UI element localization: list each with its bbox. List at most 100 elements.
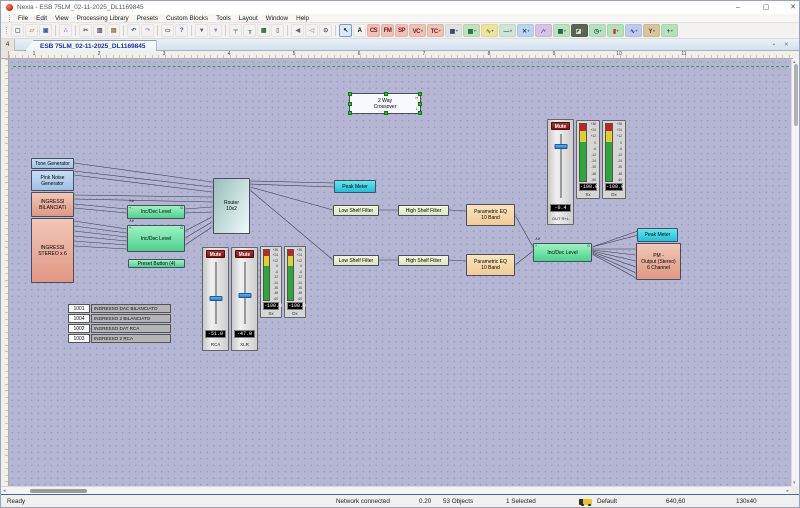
save-icon[interactable]: ▣: [39, 24, 52, 37]
router-blocks-icon[interactable]: ▦: [553, 24, 570, 37]
device-fm-icon[interactable]: FM: [381, 24, 394, 37]
speaker-mute-icon[interactable]: ◁: [305, 24, 318, 37]
block-pink-noise-generator[interactable]: Pink Noise Generator: [31, 170, 74, 191]
device-tc-icon[interactable]: TC: [427, 24, 444, 37]
filter-blocks-icon[interactable]: —: [499, 24, 516, 37]
selection-handle[interactable]: [348, 92, 352, 96]
help-icon[interactable]: ?: [175, 24, 188, 37]
block-inc-dec-level-2[interactable]: + - G Inc/Dec Level: [127, 225, 185, 252]
menu-tools[interactable]: Tools: [212, 15, 235, 22]
fader-xlr[interactable]: Mute -47.0 XLR: [231, 247, 258, 351]
crossover-blocks-icon[interactable]: ✕: [517, 24, 534, 37]
selection-handle[interactable]: [418, 102, 422, 106]
block-pm-output[interactable]: PM - Output (Stereo) 6 Channel: [636, 243, 681, 280]
selection-handle[interactable]: [418, 111, 422, 115]
block-low-shelf-filter-2[interactable]: Low Shelf Filter: [333, 255, 379, 266]
menu-edit[interactable]: Edit: [32, 15, 51, 22]
vertical-scroll-thumb[interactable]: [794, 64, 798, 126]
notes-icon[interactable]: ▯: [271, 24, 284, 37]
io-blocks-icon[interactable]: ▦: [445, 24, 462, 37]
meter-blocks-icon[interactable]: ▮: [607, 24, 624, 37]
funnel-show-icon[interactable]: ▼: [195, 24, 208, 37]
dynamics-blocks-icon[interactable]: ∕: [535, 24, 552, 37]
mdi-close-icon[interactable]: ✕: [784, 42, 789, 49]
vertical-scrollbar[interactable]: ▴ ▾: [791, 59, 799, 488]
selection-handle[interactable]: [384, 92, 388, 96]
block-inc-dec-level-1[interactable]: + - G Inc/Dec Level: [127, 205, 185, 219]
fader-track[interactable]: [215, 262, 217, 324]
mixer-blocks-icon[interactable]: ▩: [463, 24, 480, 37]
cut-icon[interactable]: ✂: [79, 24, 92, 37]
fader-value: -47.0: [234, 330, 255, 338]
logic-blocks-icon[interactable]: Y: [643, 24, 660, 37]
open-folder-icon[interactable]: ▱: [25, 24, 38, 37]
menu-window[interactable]: Window: [262, 15, 292, 22]
maximize-button[interactable]: ▢: [753, 1, 779, 14]
block-preset-button[interactable]: Preset Button (4): [128, 259, 185, 268]
search-icon[interactable]: ⊙: [319, 24, 332, 37]
layout-tab[interactable]: ESB 75LM_02-11-2025_DL1169845: [25, 40, 157, 52]
mute-button-rca[interactable]: Mute: [206, 250, 225, 258]
equipment-table-icon[interactable]: ╤: [229, 24, 242, 37]
menu-file[interactable]: File: [14, 15, 32, 22]
device-cs-icon[interactable]: CS: [367, 24, 380, 37]
object-tree-icon[interactable]: ▦: [257, 24, 270, 37]
menu-custom-blocks[interactable]: Custom Blocks: [162, 15, 212, 22]
fader-handle[interactable]: [209, 296, 222, 301]
mute-button-xlr[interactable]: Mute: [235, 250, 254, 258]
close-button[interactable]: ✕: [780, 1, 800, 14]
horizontal-scroll-thumb[interactable]: [30, 489, 87, 493]
minimize-button[interactable]: –: [725, 1, 751, 14]
mute-button-out[interactable]: Mute: [551, 122, 570, 130]
block-peak-meter-left[interactable]: Peak Meter: [334, 180, 376, 193]
block-parametric-eq-1[interactable]: Parametric EQ 10 Band: [466, 204, 515, 226]
block-low-shelf-filter-1[interactable]: Low Shelf Filter: [333, 205, 379, 216]
menu-presets[interactable]: Presets: [133, 15, 162, 22]
block-inc-dec-level-out[interactable]: + - G Inc/Dec Level: [533, 243, 592, 262]
select-tool-icon[interactable]: ↖: [339, 24, 352, 37]
generator-blocks-icon[interactable]: ∿: [625, 24, 642, 37]
block-tone-generator[interactable]: Tone Generator: [31, 158, 74, 169]
text-tool-icon[interactable]: A: [353, 24, 366, 37]
print-icon[interactable]: ▭: [161, 24, 174, 37]
block-2way-crossover[interactable]: H L 2 Way Crossover: [349, 93, 421, 114]
block-parametric-eq-2[interactable]: Parametric EQ 10 Band: [466, 254, 515, 276]
mdi-restore-icon[interactable]: ▪: [773, 42, 775, 49]
move-tool-icon[interactable]: +: [661, 24, 678, 37]
funnel-hide-icon[interactable]: ▼: [209, 24, 222, 37]
redo-icon[interactable]: ↷: [141, 24, 154, 37]
menu-view[interactable]: View: [51, 15, 73, 22]
menu-layout[interactable]: Layout: [235, 15, 262, 22]
copy-icon[interactable]: ▥: [93, 24, 106, 37]
new-file-icon[interactable]: ▢: [11, 24, 24, 37]
block-peak-meter-right[interactable]: Peak Meter: [637, 228, 678, 242]
paste-icon[interactable]: ▤: [107, 24, 120, 37]
fader-out[interactable]: Mute -0.4 OUT R+L: [547, 119, 574, 225]
block-ingressi-bilanciati[interactable]: INGRESSI BILANCIATI: [31, 192, 74, 217]
fader-handle[interactable]: [238, 293, 251, 298]
fader-rca[interactable]: Mute -51.0 RCA: [202, 247, 229, 351]
selection-handle[interactable]: [418, 92, 422, 96]
layout-canvas[interactable]: Tone Generator Pink Noise Generator INGR…: [9, 59, 793, 488]
block-high-shelf-filter-2[interactable]: High Shelf Filter: [398, 255, 449, 266]
horizontal-scrollbar[interactable]: ◂ ▸: [1, 486, 791, 494]
menu-processing-library[interactable]: Processing Library: [73, 15, 133, 22]
menu-help[interactable]: Help: [292, 15, 313, 22]
device-vc-icon[interactable]: VC: [409, 24, 426, 37]
selection-handle[interactable]: [348, 111, 352, 115]
block-ingressi-stereo[interactable]: INGRESSI STEREO x 6: [31, 218, 74, 283]
selection-handle[interactable]: [384, 111, 388, 115]
block-high-shelf-filter-1[interactable]: High Shelf Filter: [398, 205, 449, 216]
eq-blocks-icon[interactable]: ∿: [481, 24, 498, 37]
block-router[interactable]: Router 10x2: [213, 178, 250, 234]
undo-icon[interactable]: ↶: [127, 24, 140, 37]
fader-handle[interactable]: [554, 144, 567, 149]
control-blocks-icon[interactable]: ◷: [589, 24, 606, 37]
send-to-device-icon[interactable]: ∴: [59, 24, 72, 37]
selection-handle[interactable]: [348, 102, 352, 106]
delay-blocks-icon[interactable]: ◪: [571, 24, 588, 37]
speaker-icon[interactable]: ◀: [291, 24, 304, 37]
device-sp-icon[interactable]: SP: [395, 24, 408, 37]
transport-status-icon: [579, 499, 592, 505]
signal-flow-icon[interactable]: ╥: [243, 24, 256, 37]
